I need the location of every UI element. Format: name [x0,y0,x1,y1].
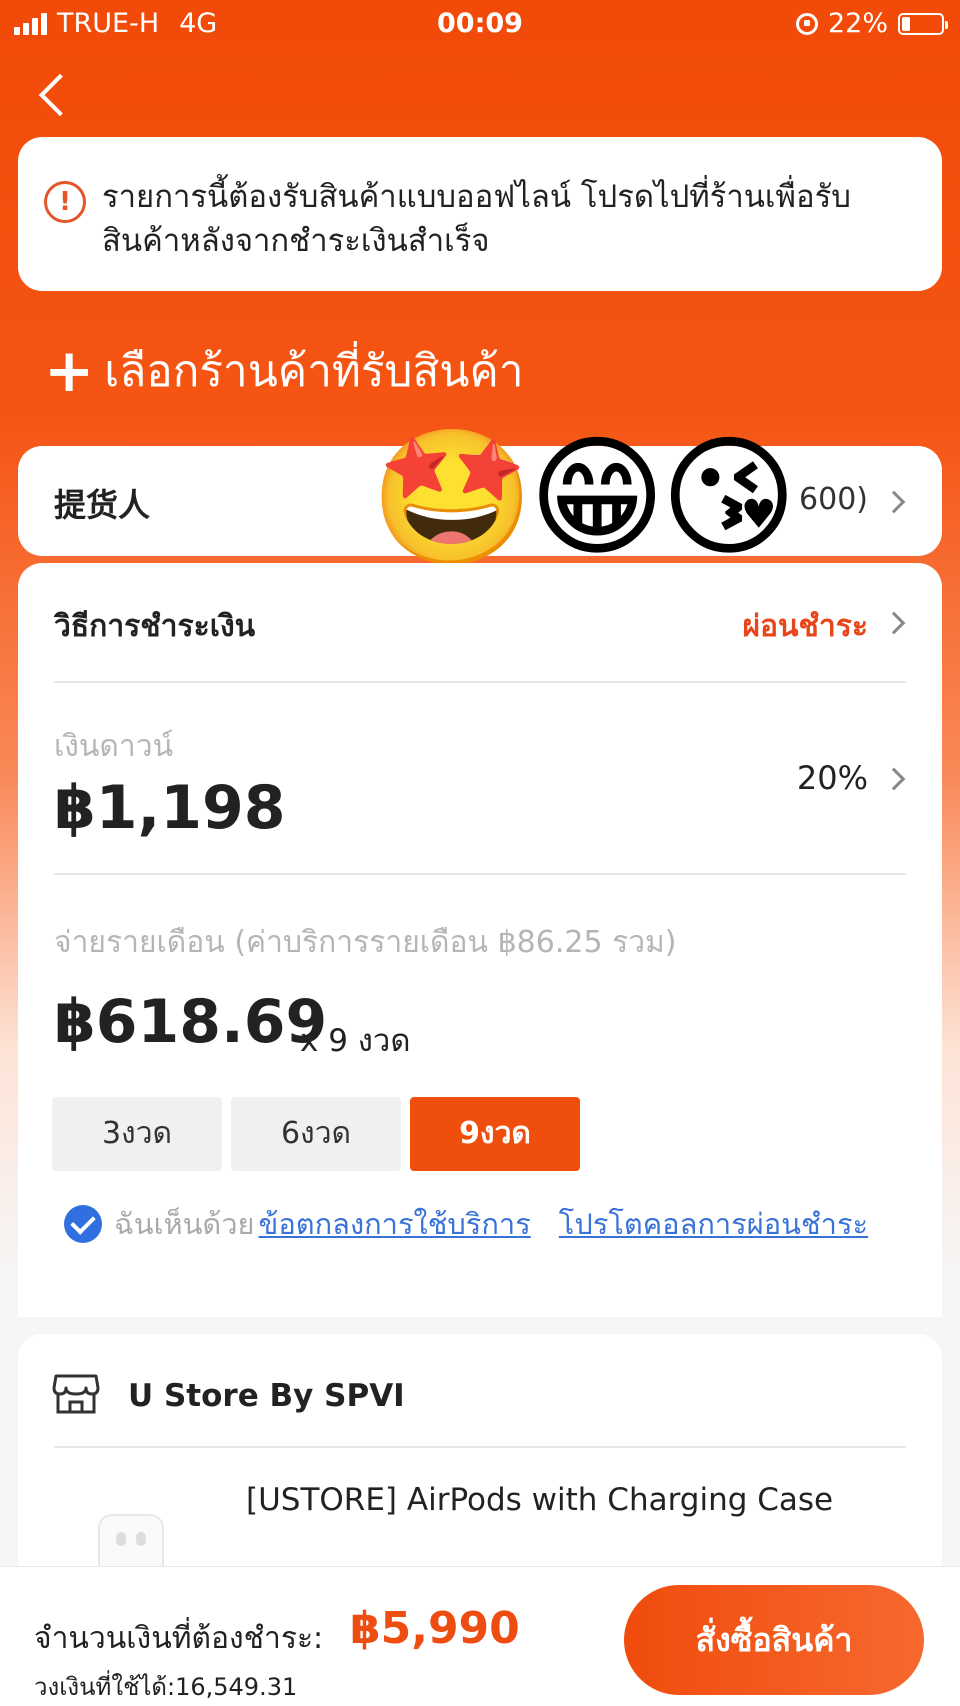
down-payment-percent: 20% [796,759,868,797]
agree-text: ฉันเห็นด้วย [114,1207,255,1241]
offline-pickup-notice: ! รายการนี้ต้องรับสินค้าแบบออฟไลน์ โปรดไ… [18,137,942,291]
emoji-sticker: 🤩😁😘 [370,421,798,575]
store-name: U Store By SPVI [128,1378,405,1414]
total-amount-label: จำนวนเงินที่ต้องชำระ: [34,1621,324,1656]
back-button[interactable] [32,68,82,122]
divider [54,1446,906,1448]
installment-option-9[interactable]: 9งวด [410,1097,580,1171]
chevron-right-icon [882,490,906,514]
installment-protocol-link[interactable]: โปรโตคอลการผ่อนชำระ [559,1201,868,1247]
monthly-payment-label: จ่ายรายเดือน (ค่าบริการรายเดือน ฿86.25 ร… [54,925,677,960]
rotation-lock-icon [795,12,818,35]
store-icon [52,1374,100,1414]
status-bar: TRUE-H 4G 00:09 22% [0,0,960,48]
payment-method-label: วิธีการชำระเงิน [54,609,256,644]
monthly-payment-amount: ฿618.69 [54,987,328,1057]
chevron-right-icon [882,767,906,791]
available-credit: วงเงินที่ใช้ได้:16,549.31 [34,1673,298,1701]
notice-text: รายการนี้ต้องรับสินค้าแบบออฟไลน์ โปรดไปท… [102,179,851,259]
terms-of-service-link[interactable]: ข้อตกลงการใช้บริการ [259,1201,531,1247]
alert-circle-icon: ! [44,181,86,223]
store-card: U Store By SPVI [USTORE] AirPods with Ch… [18,1334,942,1584]
product-name: [USTORE] AirPods with Charging Case [246,1482,834,1518]
installment-option-6[interactable]: 6งวด [231,1097,401,1171]
battery-icon [898,12,948,35]
payment-method-value: ผ่อนชำระ [742,609,868,644]
plus-icon: + [44,336,95,406]
select-pickup-store-label: เลือกร้านค้าที่รับสินค้า [104,346,524,397]
down-payment-amount: ฿1,198 [54,773,286,843]
down-payment-label: เงินดาวน์ [54,729,174,764]
installment-option-3[interactable]: 3งวด [52,1097,222,1171]
checkout-bar: จำนวนเงินที่ต้องชำระ: ฿5,990 วงเงินที่ใช… [0,1566,960,1706]
checkbox-checked-icon[interactable] [64,1205,102,1243]
receiver-label: 提货人 [54,486,151,524]
battery-fill [902,16,911,31]
total-amount-value: ฿5,990 [350,1603,520,1654]
divider [54,873,906,875]
payment-card: วิธีการชำระเงิน ผ่อนชำระ เงินดาวน์ ฿1,19… [18,563,942,1317]
place-order-button[interactable]: สั่งซื้อสินค้า [624,1585,924,1695]
battery-percent: 22% [827,8,888,39]
agreement-row: ฉันเห็นด้วย ข้อตกลงการใช้บริการ โปรโตคอล… [64,1201,868,1247]
chevron-left-icon [38,73,82,117]
status-right: 22% [795,8,948,39]
divider [54,681,906,683]
monthly-installment-count: x 9 งวด [300,1023,411,1059]
chevron-right-icon [882,611,906,635]
select-pickup-store-button[interactable]: + เลือกร้านค้าที่รับสินค้า [44,336,524,406]
